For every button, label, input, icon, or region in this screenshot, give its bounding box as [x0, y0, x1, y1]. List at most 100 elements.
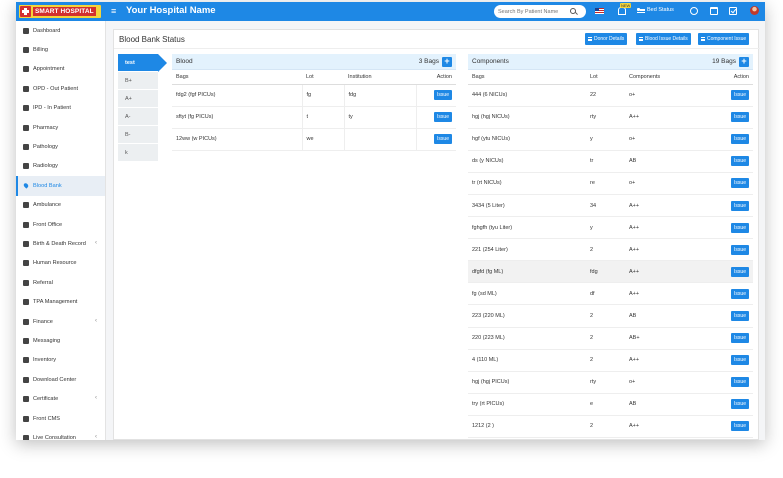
- add-blood-button[interactable]: +: [442, 56, 452, 67]
- cms-icon: [23, 415, 29, 422]
- cell-bags: 3434 (5 Liter): [468, 194, 586, 218]
- cell-bags: 223 (220 ML): [468, 304, 586, 328]
- ambulance-icon: [23, 202, 29, 209]
- blood-group-tab[interactable]: A+: [118, 90, 158, 108]
- table-header-row: Bags Lot Institution Action: [172, 70, 456, 85]
- calendar-icon[interactable]: [710, 7, 718, 15]
- sidebar-item-live-consultation[interactable]: Live Consultation ‹: [16, 428, 105, 440]
- hamburger-menu-icon[interactable]: ≡: [111, 6, 116, 16]
- cell-component: AB: [625, 304, 713, 328]
- issue-button[interactable]: Issue: [731, 399, 749, 410]
- issue-button[interactable]: Issue: [434, 112, 452, 123]
- sidebar-item-pharmacy[interactable]: Pharmacy: [16, 118, 105, 137]
- issue-button[interactable]: Issue: [731, 333, 749, 344]
- cell-lot: 2: [586, 304, 625, 328]
- blood-group-tab[interactable]: k: [118, 144, 158, 162]
- issue-button[interactable]: Issue: [731, 288, 749, 299]
- sidebar-item-front-office[interactable]: Front Office: [16, 215, 105, 234]
- issue-button[interactable]: Issue: [731, 244, 749, 255]
- task-check-icon[interactable]: [729, 7, 737, 15]
- blood-group-tab[interactable]: A-: [118, 108, 158, 126]
- us-flag-icon[interactable]: [595, 8, 604, 14]
- sidebar-item-opd-out-patient[interactable]: OPD - Out Patient: [16, 79, 105, 98]
- whatsapp-icon[interactable]: [690, 7, 698, 15]
- component-issue-label: Component Issue: [707, 36, 747, 42]
- cell-bags: dfgfd (fg ML): [468, 260, 586, 284]
- issue-button[interactable]: Issue: [731, 266, 749, 277]
- sidebar-item-front-cms[interactable]: Front CMS: [16, 409, 105, 428]
- sidebar-item-appointment[interactable]: Appointment: [16, 60, 105, 79]
- issue-button[interactable]: Issue: [434, 134, 452, 145]
- list-icon: [701, 37, 705, 41]
- sidebar-item-ambulance[interactable]: Ambulance: [16, 196, 105, 215]
- add-component-button[interactable]: +: [739, 56, 749, 67]
- sidebar-item-birth-death-record[interactable]: Birth & Death Record ‹: [16, 234, 105, 253]
- calendar-icon: [23, 66, 29, 73]
- blood-issue-details-button[interactable]: Blood Issue Details: [636, 33, 691, 45]
- issue-button[interactable]: Issue: [731, 200, 749, 211]
- sidebar-item-human-resource[interactable]: Human Resource: [16, 254, 105, 273]
- issue-button[interactable]: Issue: [731, 134, 749, 145]
- cell-action: Issue: [713, 216, 753, 240]
- cell-bags: tr (rt NICUs): [468, 172, 586, 195]
- sidebar-item-billing[interactable]: Billing: [16, 40, 105, 59]
- bullhorn-icon: [23, 337, 29, 344]
- cell-action: Issue: [713, 106, 753, 129]
- search-icon[interactable]: [570, 7, 578, 16]
- sidebar-item-finance[interactable]: Finance ‹: [16, 312, 105, 331]
- table-row: 3434 (5 Liter) 34 A++ Issue: [468, 194, 753, 218]
- user-avatar[interactable]: [750, 6, 759, 15]
- issue-button[interactable]: Issue: [434, 90, 452, 101]
- issue-button[interactable]: Issue: [731, 222, 749, 233]
- logo[interactable]: SMART HOSPITAL: [19, 5, 101, 18]
- sidebar-item-label: Download Center: [33, 376, 77, 383]
- issue-button[interactable]: Issue: [731, 178, 749, 189]
- column-header: Bags: [468, 70, 586, 85]
- blood-group-tab[interactable]: B-: [118, 126, 158, 144]
- issue-button[interactable]: Issue: [731, 377, 749, 388]
- components-panel-header: Components 19 Bags +: [468, 54, 753, 70]
- issue-button[interactable]: Issue: [731, 421, 749, 432]
- issue-button[interactable]: Issue: [731, 90, 749, 101]
- blood-bag-count: 3 Bags: [418, 58, 439, 65]
- cell-lot: 34: [586, 194, 625, 218]
- blood-group-tab[interactable]: test: [118, 54, 167, 72]
- sidebar-item-radiology[interactable]: Radiology: [16, 157, 105, 176]
- issue-button[interactable]: Issue: [731, 310, 749, 321]
- sidebar-item-label: Pharmacy: [33, 124, 59, 131]
- sidebar-item-ipd-in-patient[interactable]: IPD - In Patient: [16, 99, 105, 118]
- component-issue-button[interactable]: Component Issue: [698, 33, 750, 45]
- flask-icon: [23, 144, 29, 151]
- sidebar-item-label: Billing: [33, 47, 48, 54]
- cell-action: Issue: [713, 238, 753, 262]
- cell-bags: fg (sd ML): [468, 282, 586, 306]
- sidebar-item-blood-bank[interactable]: Blood Bank: [16, 176, 105, 196]
- sidebar-item-certificate[interactable]: Certificate ‹: [16, 389, 105, 408]
- cell-action: Issue: [713, 84, 753, 107]
- video-icon: [23, 434, 29, 440]
- sidebar-item-referral[interactable]: Referral: [16, 273, 105, 292]
- table-row: fg (sd ML) df A++ Issue: [468, 282, 753, 306]
- sidebar-item-dashboard[interactable]: Dashboard: [16, 21, 105, 40]
- top-navbar: SMART HOSPITAL ≡ Your Hospital Name NEW …: [16, 2, 765, 21]
- issue-button[interactable]: Issue: [731, 355, 749, 366]
- issue-button[interactable]: Issue: [731, 156, 749, 167]
- bell-icon[interactable]: [618, 7, 626, 15]
- patient-search-input[interactable]: [498, 8, 570, 15]
- sidebar-item-inventory[interactable]: Inventory: [16, 351, 105, 370]
- sidebar-item-messaging[interactable]: Messaging: [16, 331, 105, 350]
- sidebar-item-download-center[interactable]: Download Center: [16, 370, 105, 389]
- issue-button[interactable]: Issue: [731, 112, 749, 123]
- blood-group-tab[interactable]: B+: [118, 72, 158, 90]
- donor-details-button[interactable]: Donor Details: [585, 33, 628, 45]
- sidebar-item-tpa-management[interactable]: TPA Management: [16, 292, 105, 311]
- cell-action: Issue: [713, 282, 753, 306]
- cell-lot: rty: [586, 106, 625, 129]
- sidebar-item-pathology[interactable]: Pathology: [16, 137, 105, 156]
- chevron-left-icon: ‹: [95, 317, 97, 324]
- sidebar-item-label: Certificate: [33, 396, 59, 403]
- cell-lot: fdg: [586, 260, 625, 284]
- bed-status-button[interactable]: Bed Status: [637, 7, 674, 13]
- cell-action: Issue: [713, 327, 753, 350]
- blood-panel-header: Blood 3 Bags +: [172, 54, 456, 70]
